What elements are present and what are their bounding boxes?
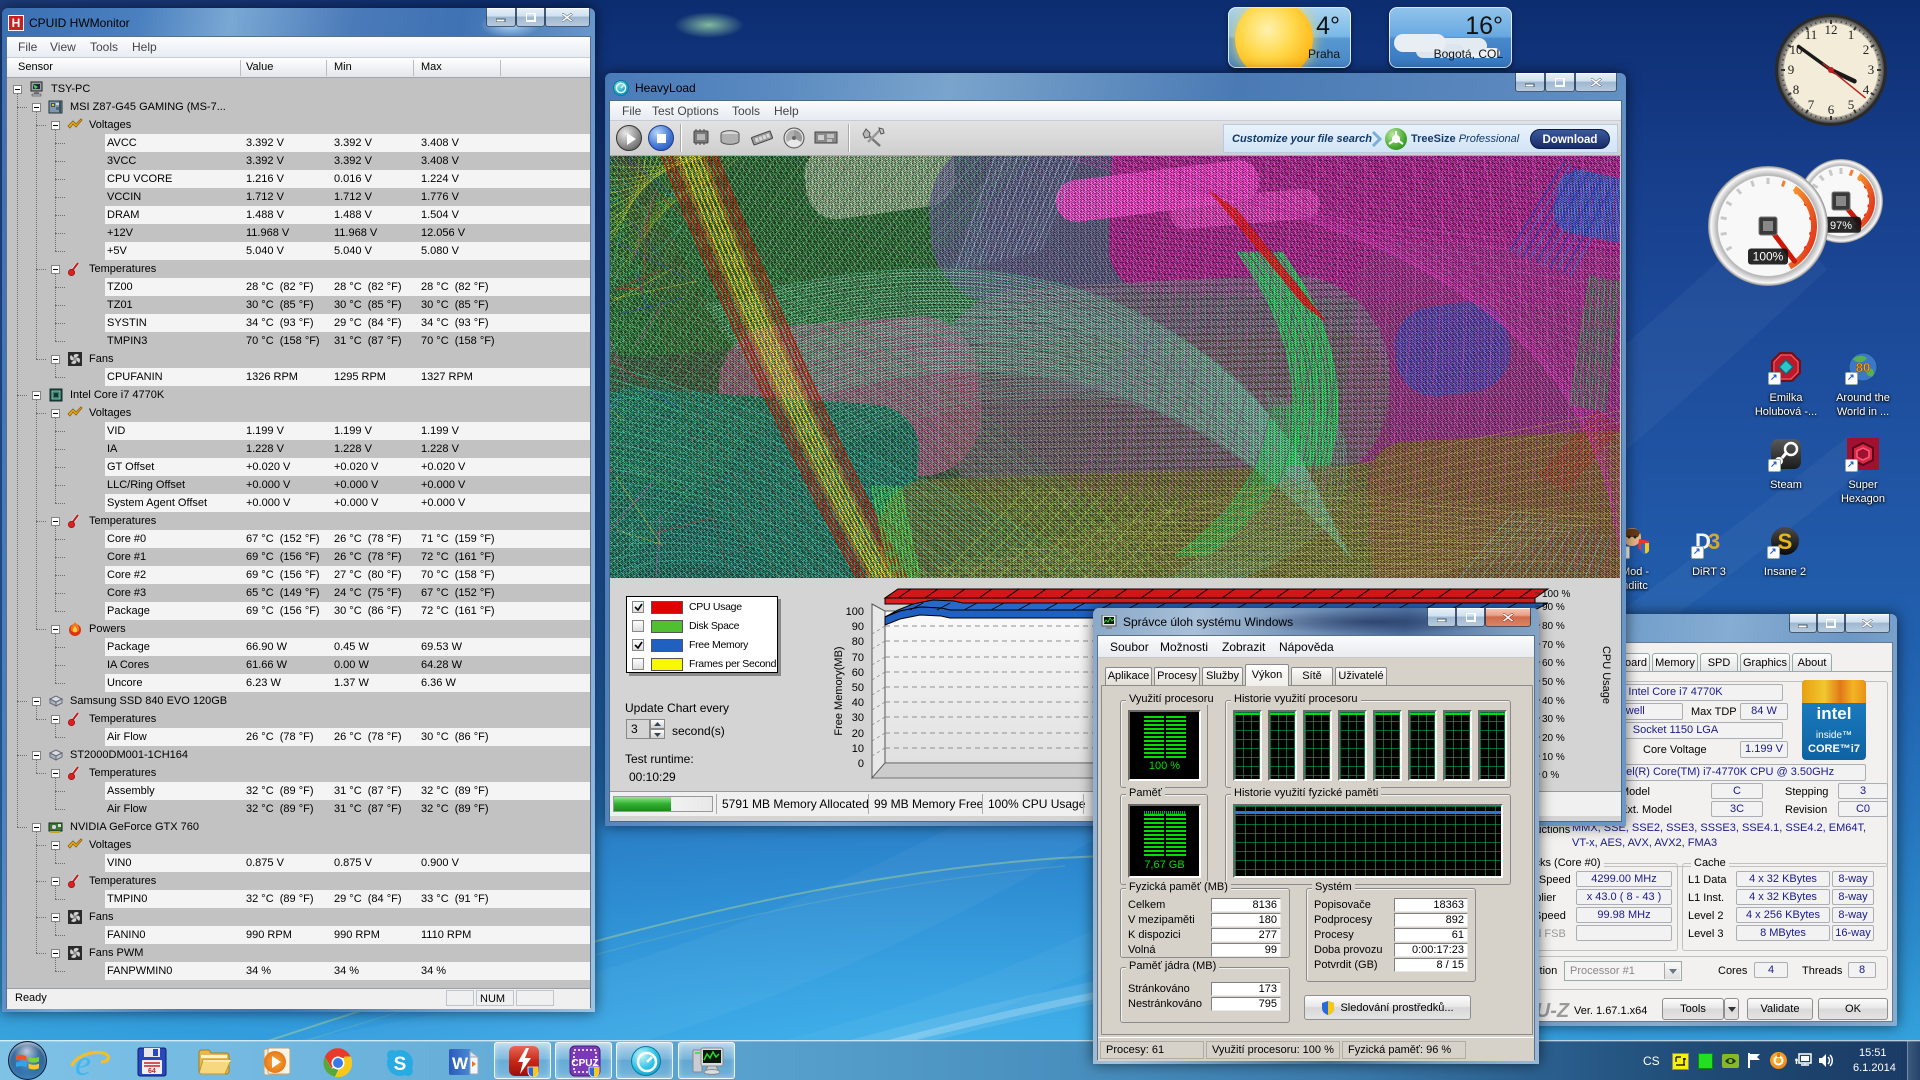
svg-text:CPU Usage: CPU Usage [1600,646,1612,704]
svg-text:60: 60 [852,667,864,679]
svg-text:20 %: 20 % [1542,733,1565,744]
svg-text:7: 7 [1808,97,1815,112]
svg-text:0: 0 [858,758,864,770]
svg-text:50: 50 [852,682,864,694]
svg-text:W: W [452,1054,469,1073]
svg-text:3: 3 [1868,62,1875,77]
svg-text:30: 30 [852,712,864,724]
svg-text:2: 2 [1863,42,1870,57]
svg-text:11: 11 [1805,27,1818,42]
svg-text:100 %: 100 % [1542,589,1570,600]
svg-text:6: 6 [1828,102,1835,117]
svg-text:90: 90 [852,621,864,633]
svg-text:64: 64 [148,1068,156,1075]
svg-text:50 %: 50 % [1542,677,1565,688]
svg-text:3: 3 [1708,529,1720,554]
svg-text:70 %: 70 % [1542,640,1565,651]
svg-text:8: 8 [1793,82,1800,97]
svg-text:S: S [394,1054,407,1075]
svg-text:1: 1 [1848,27,1855,42]
svg-text:10: 10 [852,743,864,755]
svg-text:80 %: 80 % [1542,621,1565,632]
svg-text:40: 40 [852,697,864,709]
svg-text:97%: 97% [1830,220,1852,232]
svg-text:10 %: 10 % [1542,752,1565,763]
svg-text:5: 5 [1848,97,1855,112]
svg-text:9: 9 [1788,62,1795,77]
svg-text:100%: 100% [1753,250,1784,264]
svg-text:60 %: 60 % [1542,658,1565,669]
svg-text:30 %: 30 % [1542,714,1565,725]
svg-text:0 %: 0 % [1542,770,1559,781]
svg-text:70: 70 [852,652,864,664]
svg-text:100: 100 [846,606,864,618]
svg-text:e: e [75,1044,91,1080]
svg-text:80: 80 [852,636,864,648]
svg-text:90 %: 90 % [1542,602,1565,613]
svg-text:40 %: 40 % [1542,696,1565,707]
svg-text:12: 12 [1825,22,1838,37]
svg-text:Free Memory(MB): Free Memory(MB) [833,646,845,735]
svg-text:20: 20 [852,728,864,740]
svg-text:4: 4 [1863,82,1870,97]
